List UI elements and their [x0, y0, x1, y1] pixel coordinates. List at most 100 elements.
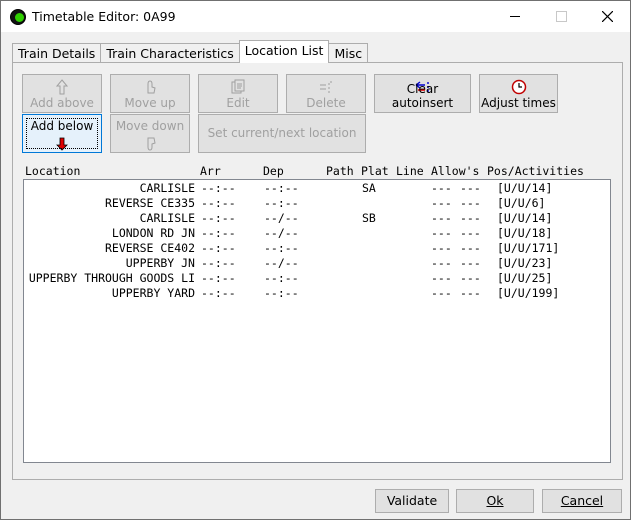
ok-button[interactable]: Ok	[456, 489, 534, 513]
timetable-editor-window: Timetable Editor: 0A99 Train Details Tra…	[0, 0, 631, 520]
add-above-button[interactable]: Add above	[22, 74, 102, 113]
row-location: REVERSE CE335	[104, 196, 195, 210]
close-icon	[601, 11, 613, 22]
row-location: UPPERBY THROUGH GOODS LI	[28, 271, 195, 285]
row-pos: [U/U/14]	[497, 211, 553, 225]
tab-location-list[interactable]: Location List	[238, 40, 330, 63]
add-below-button[interactable]: Add below	[22, 114, 102, 153]
header-plat: Plat	[361, 164, 389, 178]
row-plat: SB	[362, 211, 376, 225]
minimize-button[interactable]	[492, 1, 538, 32]
row-allow1: ---	[431, 271, 452, 285]
close-button[interactable]	[584, 1, 630, 32]
row-arr: --:--	[201, 226, 236, 240]
list-item[interactable]: REVERSE CE402 --:-- --:-- --- --- [U/U/1…	[24, 241, 610, 256]
maximize-button	[538, 1, 584, 32]
move-down-button[interactable]: Move down	[110, 114, 190, 153]
row-allow2: ---	[460, 241, 481, 255]
list-item[interactable]: UPPERBY YARD --:-- --:-- --- --- [U/U/19…	[24, 286, 610, 301]
row-arr: --:--	[201, 241, 236, 255]
delete-label: Delete	[306, 96, 346, 110]
tab-label: Train Characteristics	[106, 46, 234, 61]
add-below-label: Add below	[30, 119, 94, 133]
header-allows: Allow's	[431, 164, 480, 178]
header-pos-activities: Pos/Activities	[487, 164, 584, 178]
delete-icon	[320, 81, 332, 93]
location-listbox[interactable]: CARLISLE --:-- --:-- SA --- --- [U/U/14]…	[23, 179, 611, 463]
location-list-header: Location Arr Dep Path Plat Line Allow's …	[25, 164, 625, 178]
hand-down-icon	[147, 137, 156, 151]
row-location: REVERSE CE402	[104, 241, 195, 255]
row-allow2: ---	[460, 181, 481, 195]
row-pos: [U/U/18]	[497, 226, 553, 240]
set-location-button[interactable]: Set current/next location	[198, 114, 366, 153]
tab-train-characteristics[interactable]: Train Characteristics	[100, 43, 240, 63]
row-arr: --:--	[201, 286, 236, 300]
row-dep: --:--	[264, 181, 299, 195]
row-dep: --:--	[264, 286, 299, 300]
edit-button[interactable]: Edit	[198, 74, 278, 113]
move-up-button[interactable]: Move up	[110, 74, 190, 113]
row-allow1: ---	[431, 226, 452, 240]
row-dep: --:--	[264, 271, 299, 285]
row-allow1: ---	[431, 286, 452, 300]
header-line: Line	[396, 164, 424, 178]
row-location: CARLISLE	[139, 211, 195, 225]
tab-train-details[interactable]: Train Details	[12, 43, 102, 63]
delete-button[interactable]: Delete	[286, 74, 366, 113]
title-bar: Timetable Editor: 0A99	[1, 1, 630, 32]
arrow-down-icon	[56, 137, 68, 151]
row-arr: --:--	[201, 271, 236, 285]
row-allow2: ---	[460, 226, 481, 240]
row-allow2: ---	[460, 211, 481, 225]
list-item[interactable]: UPPERBY THROUGH GOODS LI --:-- --:-- ---…	[24, 271, 610, 286]
row-location: LONDON RD JN	[111, 226, 195, 240]
row-pos: [U/U/6]	[497, 196, 546, 210]
clear-autoinsert-button[interactable]: Clear autoinsert	[374, 74, 471, 113]
cancel-button[interactable]: Cancel	[542, 489, 622, 513]
row-pos: [U/U/23]	[497, 256, 553, 270]
row-arr: --:--	[201, 211, 236, 225]
edit-label: Edit	[226, 96, 250, 110]
row-dep: --:--	[264, 241, 299, 255]
tab-misc[interactable]: Misc	[328, 43, 369, 63]
row-allow1: ---	[431, 256, 452, 270]
row-allow2: ---	[460, 196, 481, 210]
cancel-label: Cancel	[560, 493, 604, 508]
list-item[interactable]: REVERSE CE335 --:-- --:-- --- --- [U/U/6…	[24, 196, 610, 211]
row-pos: [U/U/14]	[497, 181, 553, 195]
row-dep: --/--	[264, 226, 299, 240]
row-pos: [U/U/171]	[497, 241, 560, 255]
row-pos: [U/U/25]	[497, 271, 553, 285]
row-plat: SA	[362, 181, 376, 195]
row-allow1: ---	[431, 196, 452, 210]
row-location: UPPERBY JN	[125, 256, 195, 270]
move-down-label: Move down	[115, 119, 185, 133]
row-allow2: ---	[460, 286, 481, 300]
row-dep: --:--	[264, 196, 299, 210]
header-arr: Arr	[200, 164, 221, 178]
set-location-label: Set current/next location	[207, 126, 357, 140]
list-item[interactable]: LONDON RD JN --:-- --/-- --- --- [U/U/18…	[24, 226, 610, 241]
row-arr: --:--	[201, 181, 236, 195]
list-item[interactable]: UPPERBY JN --:-- --/-- --- --- [U/U/23]	[24, 256, 610, 271]
window-title: Timetable Editor: 0A99	[32, 9, 176, 24]
row-location: CARLISLE	[139, 181, 195, 195]
move-up-label: Move up	[124, 96, 176, 110]
ok-label: Ok	[486, 493, 504, 508]
list-item[interactable]: CARLISLE --:-- --:-- SA --- --- [U/U/14]	[24, 181, 610, 196]
clock-icon	[511, 79, 526, 95]
row-allow1: ---	[431, 241, 452, 255]
row-allow1: ---	[431, 181, 452, 195]
hand-up-icon	[147, 80, 156, 94]
row-allow1: ---	[431, 211, 452, 225]
row-arr: --:--	[201, 196, 236, 210]
adjust-times-button[interactable]: Adjust times	[479, 74, 558, 113]
row-arr: --:--	[201, 256, 236, 270]
header-path: Path	[326, 164, 354, 178]
validate-button[interactable]: Validate	[375, 489, 449, 513]
header-dep: Dep	[263, 164, 284, 178]
validate-label: Validate	[386, 493, 438, 508]
header-location: Location	[25, 164, 81, 178]
list-item[interactable]: CARLISLE --:-- --/-- SB --- --- [U/U/14]	[24, 211, 610, 226]
